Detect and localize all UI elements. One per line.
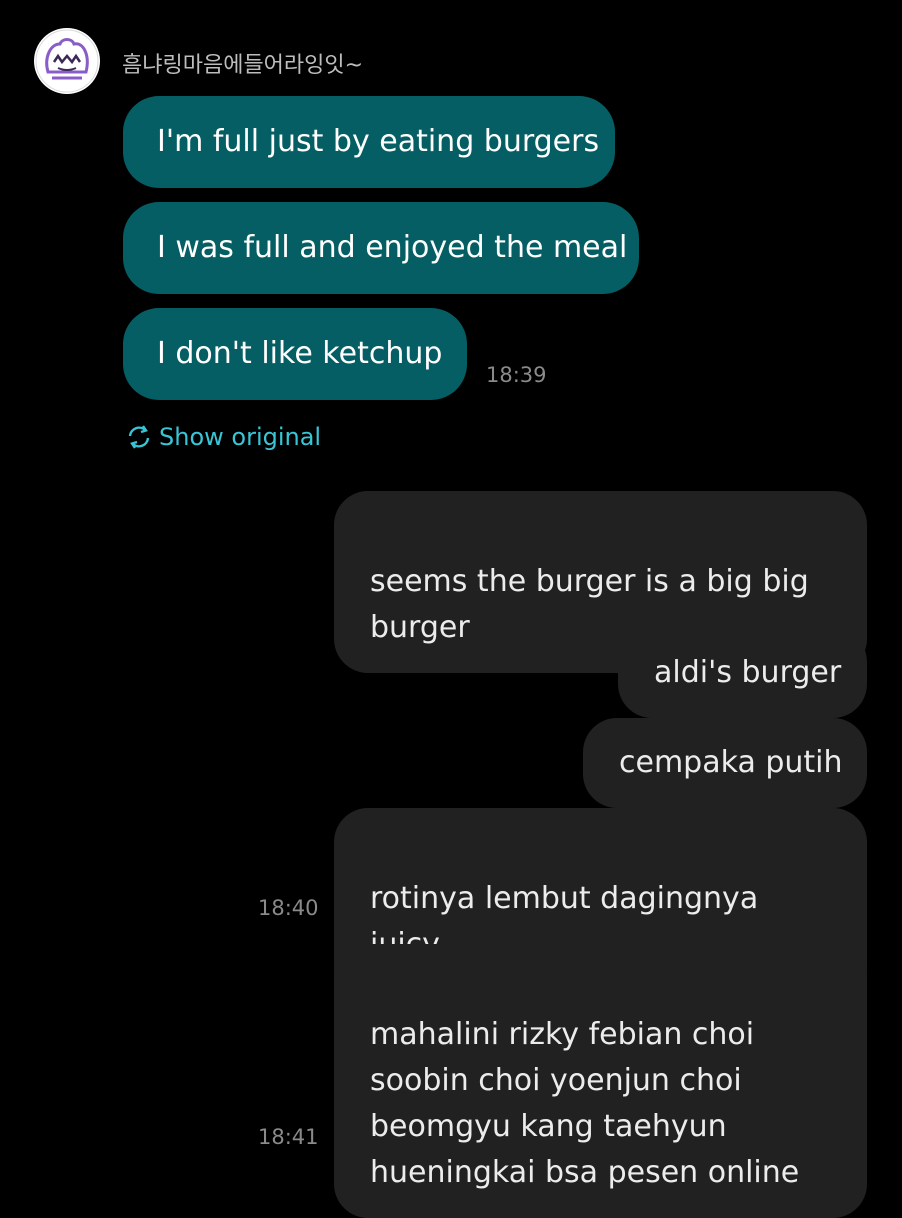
incoming-message[interactable]: I'm full just by eating burgers [123, 96, 615, 188]
incoming-message[interactable]: I don't like ketchup [123, 308, 467, 400]
show-original-label: Show original [159, 423, 322, 451]
outgoing-message-text: cempaka putih [619, 745, 843, 780]
outgoing-message[interactable]: mahalini rizky febian choi soobin choi y… [334, 944, 867, 1218]
message-timestamp: 18:40 [258, 896, 319, 920]
incoming-message-text: I'm full just by eating burgers [157, 124, 600, 159]
outgoing-message[interactable]: aldi's burger [618, 628, 867, 718]
show-original-link[interactable]: Show original [126, 423, 321, 451]
translate-refresh-icon [128, 425, 150, 449]
outgoing-message-text: aldi's burger [654, 655, 842, 690]
message-timestamp: 18:39 [486, 363, 547, 387]
incoming-message-text: I don't like ketchup [157, 336, 443, 371]
sender-name: 흠냐링마음에들어라잉잇~ [122, 53, 364, 78]
outgoing-message-text: mahalini rizky febian choi soobin choi y… [370, 1017, 800, 1190]
outgoing-message[interactable]: cempaka putih [583, 718, 867, 808]
incoming-message[interactable]: I was full and enjoyed the meal [123, 202, 639, 294]
avatar[interactable] [34, 28, 100, 94]
message-timestamp: 18:41 [258, 1125, 319, 1149]
incoming-message-text: I was full and enjoyed the meal [157, 230, 628, 265]
cartoon-face-avatar-icon [35, 29, 99, 93]
